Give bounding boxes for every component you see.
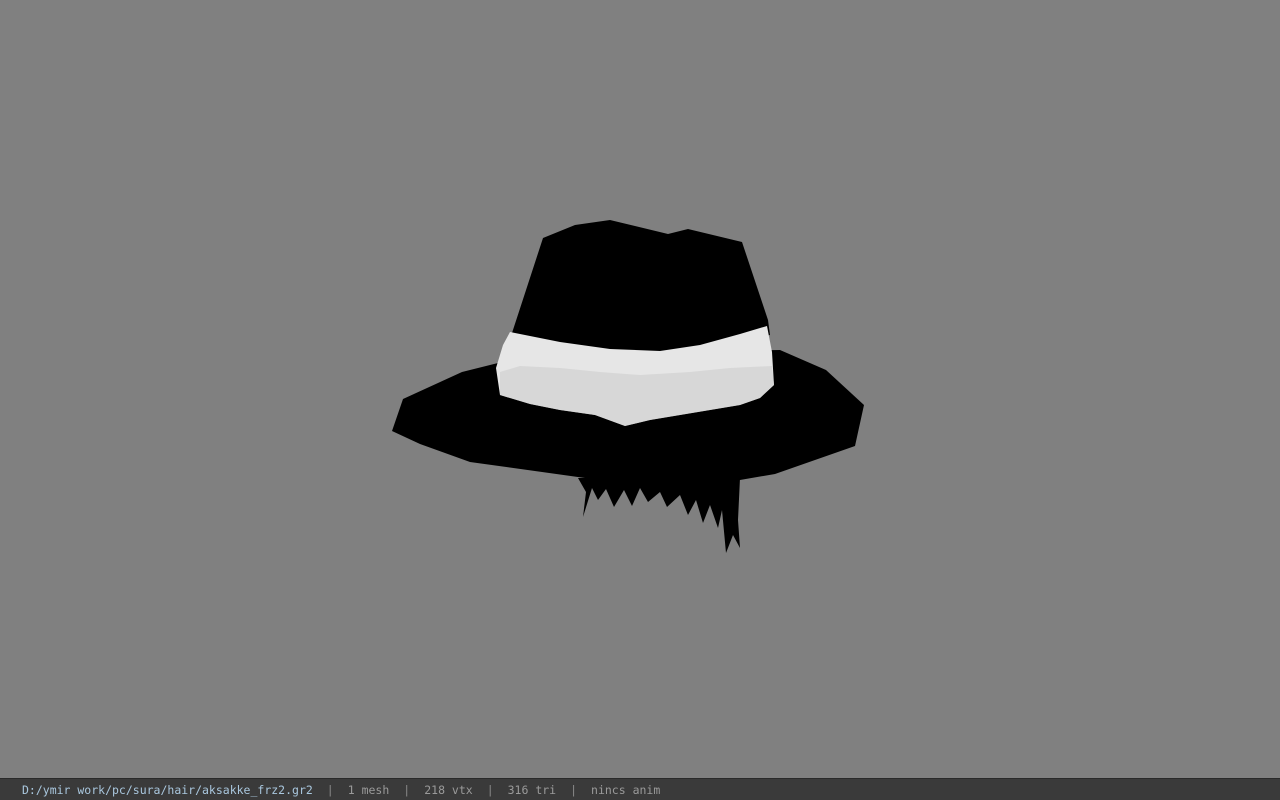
status-bar: D:/ymir work/pc/sura/hair/aksakke_frz2.g… — [0, 778, 1280, 800]
mesh-count-label: 1 mesh — [347, 782, 390, 797]
file-path-label: D:/ymir work/pc/sura/hair/aksakke_frz2.g… — [22, 782, 313, 797]
animation-status-label: nincs anim — [591, 782, 661, 797]
hair-strands — [578, 478, 740, 553]
status-separator: | — [486, 782, 494, 797]
hat-crown — [512, 220, 770, 355]
status-separator: | — [403, 782, 411, 797]
vertex-count-label: 218 vtx — [424, 782, 473, 797]
3d-model-viewport[interactable] — [0, 0, 1280, 778]
hat-model-render — [392, 220, 864, 553]
status-separator: | — [570, 782, 578, 797]
status-separator: | — [326, 782, 334, 797]
triangle-count-label: 316 tri — [507, 782, 557, 797]
